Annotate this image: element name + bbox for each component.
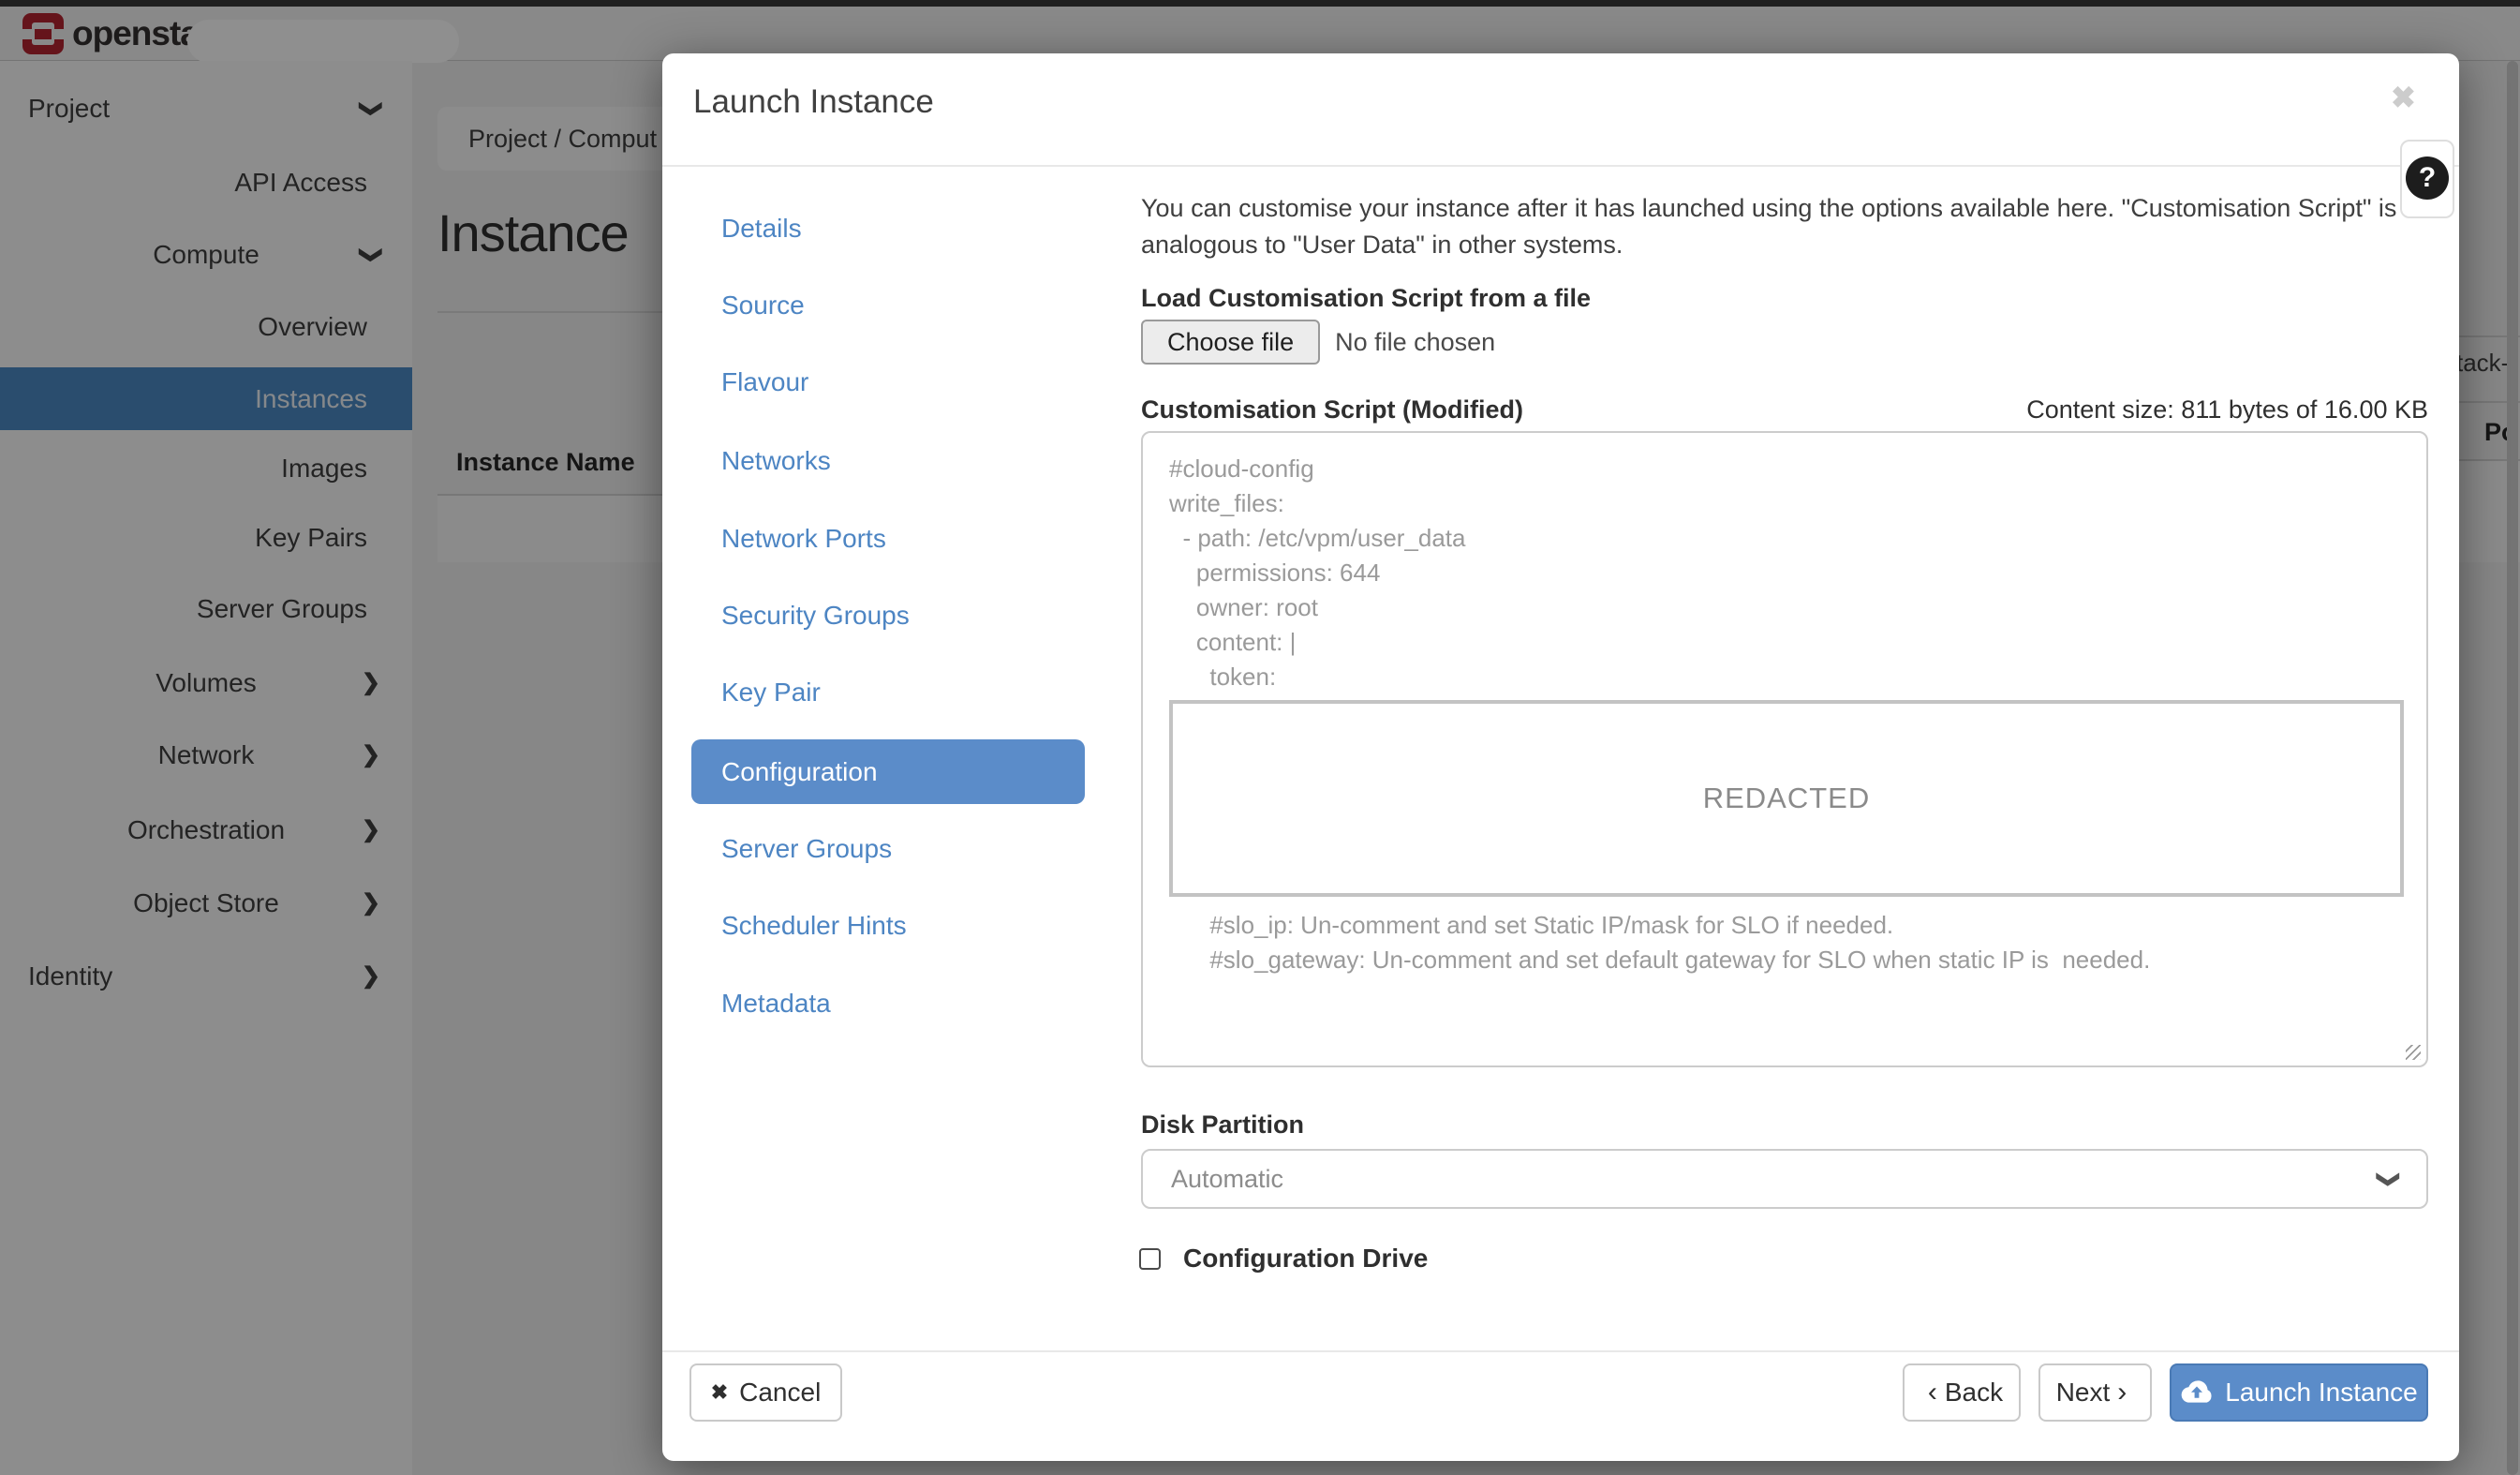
tab-security-groups[interactable]: Security Groups (721, 588, 910, 644)
textarea-resize-handle[interactable] (2406, 1045, 2421, 1060)
script-line: token: (1169, 660, 2400, 694)
choose-file-button[interactable]: Choose file (1141, 320, 1320, 365)
script-header-row: Customisation Script (Modified) Content … (1141, 395, 2428, 425)
disk-partition-select[interactable]: Automatic ❯ (1141, 1149, 2428, 1209)
chevron-right-icon: › (2117, 1377, 2127, 1408)
close-icon[interactable]: ✖ (2391, 80, 2416, 115)
help-button[interactable]: ? (2400, 140, 2454, 218)
tab-scheduler-hints[interactable]: Scheduler Hints (721, 898, 907, 954)
configuration-description: You can customise your instance after it… (1141, 190, 2428, 263)
tab-networks[interactable]: Networks (721, 433, 831, 489)
script-line: - path: /etc/vpm/user_data (1169, 521, 2400, 556)
chevron-down-icon: ❯ (2375, 1170, 2402, 1188)
tab-server-groups[interactable]: Server Groups (721, 821, 892, 877)
back-button[interactable]: ‹ Back (1903, 1363, 2021, 1422)
cloud-upload-icon (2180, 1380, 2214, 1405)
configuration-drive-row[interactable]: Configuration Drive (1139, 1240, 1428, 1277)
file-status-text: No file chosen (1335, 328, 1495, 357)
tab-details[interactable]: Details (721, 201, 802, 257)
modal-header-divider (662, 165, 2459, 167)
customisation-script-textarea[interactable]: #cloud-config write_files: - path: /etc/… (1141, 431, 2428, 1067)
configuration-drive-checkbox[interactable] (1139, 1248, 1161, 1270)
tab-flavour[interactable]: Flavour (721, 354, 808, 410)
tab-source[interactable]: Source (721, 277, 805, 334)
script-line: owner: root (1169, 590, 2400, 625)
cancel-x-icon: ✖ (711, 1380, 728, 1405)
disk-partition-label: Disk Partition (1141, 1110, 1304, 1140)
load-script-label: Load Customisation Script from a file (1141, 284, 1591, 313)
content-size-text: Content size: 811 bytes of 16.00 KB (2026, 395, 2428, 425)
tab-key-pair[interactable]: Key Pair (721, 664, 821, 721)
cancel-button[interactable]: ✖ Cancel (689, 1363, 842, 1422)
help-icon: ? (2406, 156, 2449, 200)
tab-metadata[interactable]: Metadata (721, 976, 831, 1032)
script-label: Customisation Script (Modified) (1141, 395, 1523, 425)
file-input-row: Choose file No file chosen (1141, 320, 1495, 365)
next-button[interactable]: Next › (2038, 1363, 2152, 1422)
chevron-left-icon: ‹ (1928, 1377, 1937, 1408)
redacted-label: REDACTED (1703, 782, 1871, 815)
launch-instance-button[interactable]: Launch Instance (2170, 1363, 2428, 1422)
script-line: permissions: 644 (1169, 556, 2400, 590)
tab-network-ports[interactable]: Network Ports (721, 511, 886, 567)
redacted-overlay: REDACTED (1169, 700, 2404, 897)
disk-partition-value: Automatic (1171, 1165, 2379, 1194)
script-line: content: | (1169, 625, 2400, 660)
script-line: write_files: (1169, 486, 2400, 521)
modal-footer-divider (662, 1350, 2459, 1352)
script-line: #slo_gateway: Un-comment and set default… (1169, 943, 2400, 977)
script-line: #slo_ip: Un-comment and set Static IP/ma… (1169, 908, 2400, 943)
tab-configuration[interactable]: Configuration (691, 739, 1085, 804)
configuration-drive-label: Configuration Drive (1183, 1244, 1428, 1274)
modal-title: Launch Instance (693, 83, 934, 121)
script-line: #cloud-config (1169, 452, 2400, 486)
launch-instance-modal: Launch Instance ✖ ? Details Source Flavo… (662, 53, 2459, 1461)
